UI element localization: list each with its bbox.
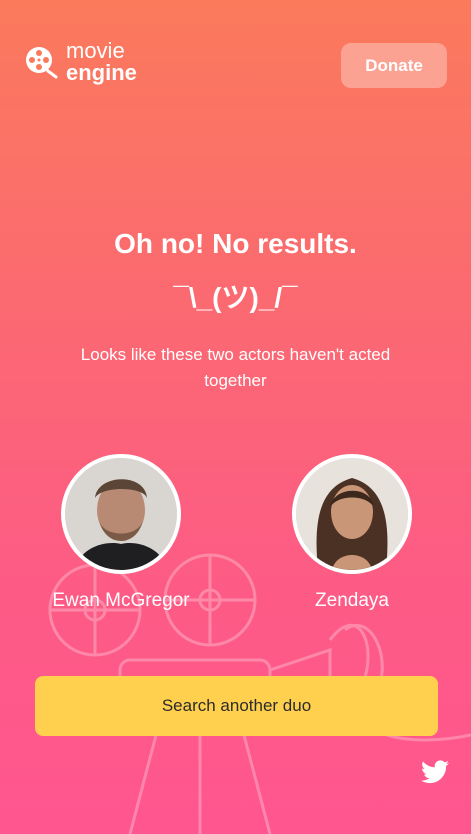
shrug-emoticon: ¯\_(ツ)_/¯ (173, 282, 298, 313)
actor-photo-2 (296, 458, 408, 570)
actor-card-1[interactable]: Ewan McGregor (31, 454, 211, 612)
page: movie engine Donate Oh no! No results. ¯… (0, 0, 471, 834)
film-reel-icon (26, 47, 58, 79)
no-results-title: Oh no! No results. (114, 228, 357, 259)
twitter-icon[interactable] (421, 760, 449, 784)
actor-name-2: Zendaya (315, 590, 389, 611)
donate-button[interactable]: Donate (341, 43, 447, 88)
logo-movie: movie (66, 38, 125, 63)
actor-card-2[interactable]: Zendaya (262, 454, 442, 612)
no-results-subtitle: Looks like these two actors haven't acte… (80, 345, 391, 390)
actor-avatar-1 (61, 454, 181, 574)
logo[interactable]: movie engine (24, 40, 137, 84)
logo-engine: engine (66, 60, 137, 85)
logo-text: movie engine (66, 40, 137, 84)
actor-photo-1 (65, 458, 177, 570)
actor-name-1: Ewan McGregor (52, 590, 190, 611)
search-another-duo-button[interactable]: Search another duo (35, 676, 438, 736)
actor-avatar-2 (292, 454, 412, 574)
